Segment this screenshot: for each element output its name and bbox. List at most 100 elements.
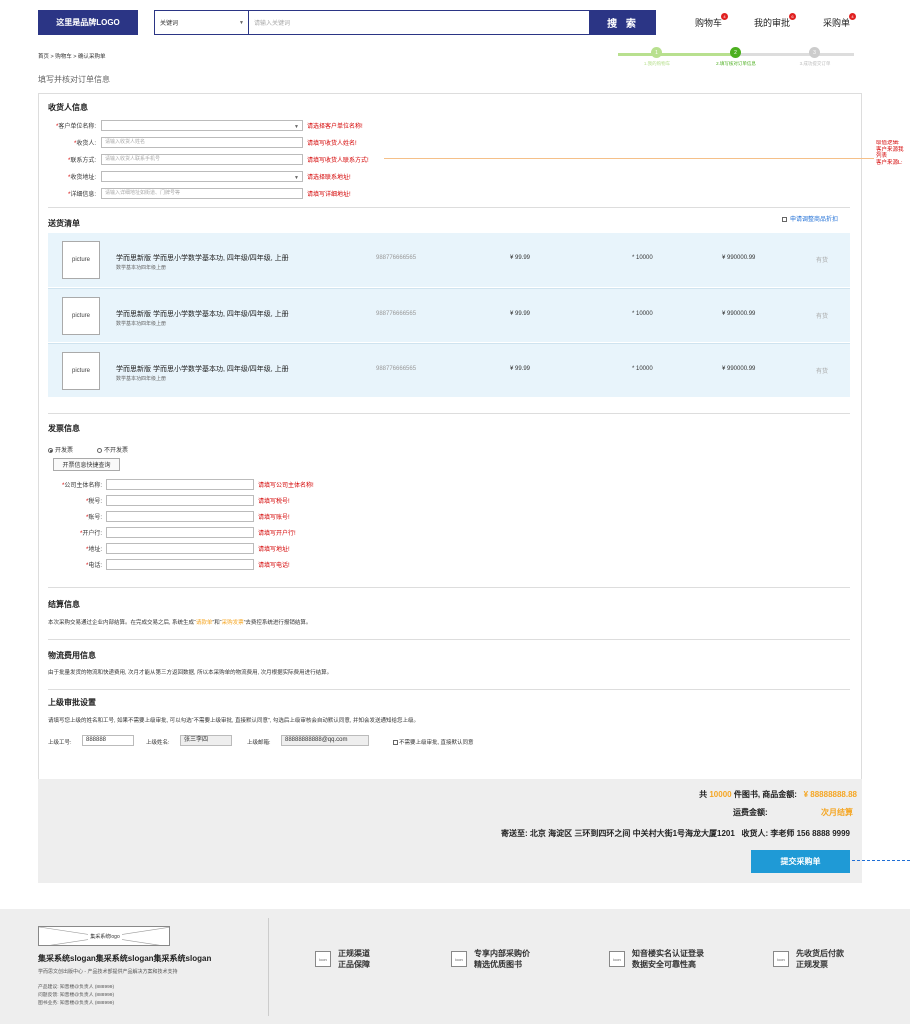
approver-email-input: 88888888888@qq.com [281,735,369,746]
customer-unit-select[interactable]: ▼ [101,120,303,131]
detail-address-input[interactable]: 请输入详细地址如街道、门牌号等 [101,188,303,199]
product-stock: 有货 [816,258,829,264]
chevron-down-icon: ▼ [239,20,244,26]
product-subtitle: 数学基本功四年级上册 [116,265,167,271]
adjust-discount-link[interactable]: 申请调整商品折扣 [782,214,838,223]
product-subtitle: 数学基本功四年级上册 [116,321,167,327]
invoice-company-error: 请填写公司主体名称! [258,483,314,489]
product-total: ¥ 990000.99 [722,255,756,261]
logistics-text: 由于批量发货的物流和快递费用, 次月才能从第三方返回数据, 所以本采购单的物流费… [48,670,333,676]
receiver-label: *收货人: [73,141,96,147]
nav-orders-label: 采购单 [823,18,851,28]
invoice-tax-error: 请填写税号! [258,499,290,505]
approver-id-input[interactable]: 888888 [82,735,134,746]
invoice-phone-input[interactable] [106,559,254,570]
nav-approvals-label: 我的审批 [754,18,791,28]
invoice-bank-input[interactable] [106,527,254,538]
breadcrumb: 首页 > 购物车 > 确认采购单 [38,54,106,60]
step-1-dot: 1 [651,47,662,58]
product-image[interactable]: picture [62,241,100,279]
product-image[interactable]: picture [62,297,100,335]
list-item: picture 学而思新版 学而思小学数学基本功, 四年级/四年级, 上册 数学… [48,288,850,342]
nav-orders[interactable]: 采购单 4 [823,13,857,29]
search-input[interactable]: 请输入关键词 [248,10,590,35]
footer-slogan: 集采系统slogan集采系统slogan集采系统slogan [38,954,212,963]
section-divider [48,207,850,208]
shipping-label: 运费金额: [733,808,768,817]
address-select[interactable]: ▼ [101,171,303,182]
approver-name-label: 上级姓名: [146,740,170,746]
adjust-discount-checkbox[interactable] [782,216,787,222]
customer-unit-error: 请选择客户单位名称! [307,124,363,130]
payment-request-link[interactable]: 请款单 [196,620,213,626]
feature-icon: icon [773,951,789,967]
section-divider [48,587,850,588]
list-item: picture 学而思新版 学而思小学数学基本功, 四年级/四年级, 上册 数学… [48,233,850,287]
section-divider [48,413,850,414]
footer-contact: 图书业务: 知音楼@负责人 (888999) [38,1001,115,1006]
skip-approval-checkbox[interactable] [393,740,398,746]
purchase-invoice-link[interactable]: 采购发票 [222,620,244,626]
product-price: ¥ 99.99 [510,255,531,261]
shipping-value: 次月结算 [821,808,853,817]
feature-text: 专享内部采购价 精选优质图书 [474,949,530,969]
annotation-connector [852,860,910,861]
orders-badge: 4 [849,13,857,20]
invoice-address-error: 请填写地址! [258,547,290,553]
submit-order-button[interactable]: 提交采购单 [751,850,850,873]
step-2-label: 2.填写核对订单信息 [716,61,756,66]
chevron-down-icon: ▼ [294,175,299,181]
invoice-radio-off[interactable]: 不开发票 [97,445,128,454]
contact-error: 请填写收货人联系方式! [307,158,369,164]
invoice-title: 发票信息 [48,424,80,433]
invoice-phone-error: 请填写电话! [258,563,290,569]
search-type-select[interactable]: 关键词 ▼ [154,10,248,35]
book-count: 10000 [709,790,732,799]
product-title[interactable]: 学而思新版 学而思小学数学基本功, 四年级/四年级, 上册 [116,364,289,374]
product-stock: 有货 [816,314,829,320]
invoice-account-error: 请填写账号! [258,515,290,521]
address-error: 请选择联系地址! [307,175,351,181]
approval-text: 请填写您上级的姓名和工号, 如果不需要上级审批, 可以勾选“不需要上级审批, 直… [48,718,419,724]
invoice-tax-input[interactable] [106,495,254,506]
search-type-label: 关键词 [160,21,179,27]
product-image[interactable]: picture [62,352,100,390]
invoice-address-label: *地址: [85,547,102,553]
product-title[interactable]: 学而思新版 学而思小学数学基本功, 四年级/四年级, 上册 [116,309,289,319]
address-label: *收货地址: [67,175,96,181]
nav-cart[interactable]: 购物车 4 [695,13,729,29]
section-divider [48,689,850,690]
logistics-title: 物流费用信息 [48,651,96,660]
consignee-title: 收货人信息 [48,103,88,112]
nav-approvals[interactable]: 我的审批 6 [754,13,797,29]
summary-total-line: 共 10000 件图书, 商品金额: ¥ 88888888.88 [699,790,857,799]
cart-badge: 4 [721,13,729,20]
invoice-company-input[interactable] [106,479,254,490]
step-progress-todo [736,53,854,56]
footer-contact: 产品建议: 知音楼@负责人 (888999) [38,985,115,990]
search-button[interactable]: 搜 索 [590,10,656,35]
contact-label: *联系方式: [67,158,96,164]
skip-approval-option[interactable]: 不需要上级审批, 直接默认同意 [393,738,474,746]
feature-icon: icon [609,951,625,967]
invoice-radio-on[interactable]: 开发票 [48,445,73,454]
feature-text: 正规渠道 正品保障 [338,949,370,969]
annotation-note: 取值逻辑: 客户来源我 列表 客户来源L: [876,140,904,166]
invoice-quick-query-button[interactable]: 开票信息快捷查询 [53,458,120,471]
brand-logo[interactable]: 这里是品牌LOGO [38,10,138,35]
detail-address-label: *详细信息: [67,192,96,198]
product-title[interactable]: 学而思新版 学而思小学数学基本功, 四年级/四年级, 上册 [116,253,289,263]
settlement-title: 结算信息 [48,600,80,609]
step-3-label: 3.成功提交订单 [799,61,831,66]
receiver-input[interactable]: 请输入收货人姓名 [101,137,303,148]
approver-name-input: 张三李四 [180,735,232,746]
invoice-address-input[interactable] [106,543,254,554]
invoice-account-input[interactable] [106,511,254,522]
invoice-account-label: *账号: [85,515,102,521]
feature-text: 知音楼实名认证登录 数据安全可靠性高 [632,949,704,969]
contact-input[interactable]: 请输入收货人联系手机号 [101,154,303,165]
approver-id-label: 上级工号: [48,740,72,746]
receiver-error: 请填写收货人姓名! [307,141,357,147]
approvals-badge: 6 [789,13,797,20]
product-code: 988776666565 [376,311,417,317]
